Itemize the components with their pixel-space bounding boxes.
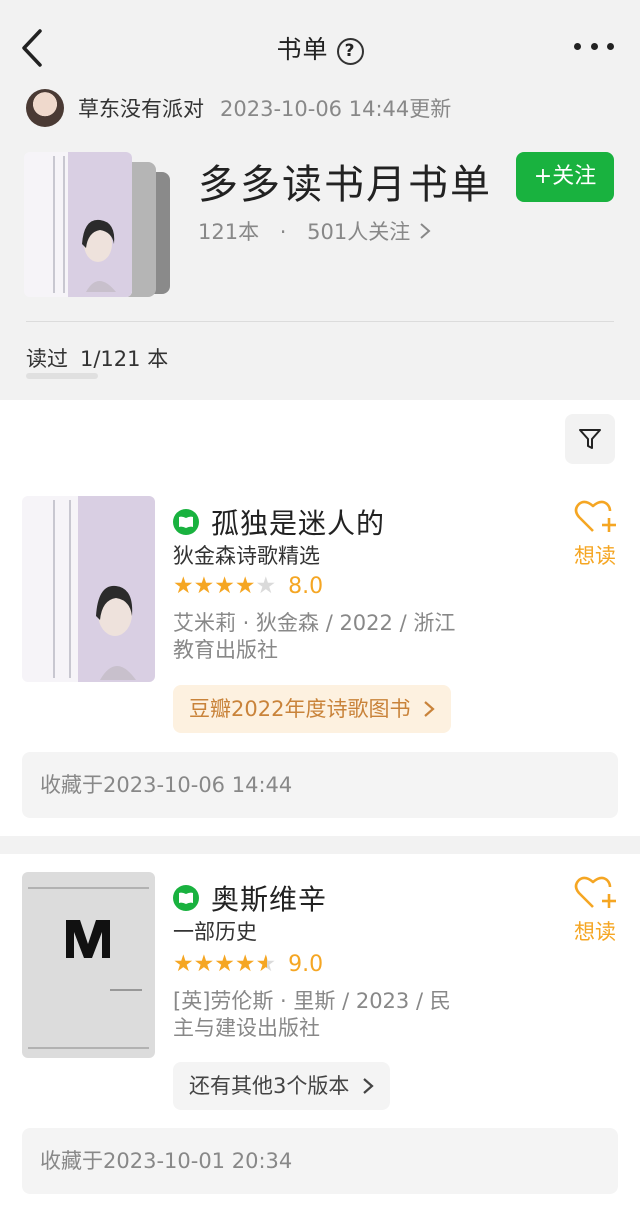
- follow-button[interactable]: +关注: [516, 152, 614, 202]
- chevron-right-icon: [424, 701, 435, 717]
- read-label: 读过: [26, 347, 68, 371]
- heart-plus-icon: [574, 876, 616, 908]
- help-icon[interactable]: ?: [336, 38, 364, 65]
- section-separator: [0, 836, 640, 854]
- book-title: 孤独是迷人的: [211, 507, 386, 540]
- book-cover-art: [24, 152, 132, 297]
- book-rating: ★ ★ ★ ★ ★ 9.0: [173, 952, 323, 977]
- half-star-icon: ★: [255, 951, 277, 977]
- book-rating: ★ ★ ★ ★ ★ 8.0: [173, 574, 323, 599]
- star-rating: ★ ★ ★ ★ ★: [173, 953, 276, 976]
- other-versions-label: 还有其他3个版本: [189, 1074, 350, 1098]
- star-icon: ★: [173, 951, 194, 977]
- book-cover[interactable]: [22, 496, 155, 682]
- want-to-read-label: 想读: [574, 544, 616, 568]
- author-line: [英]劳伦斯 · 里斯 / 2023 / 民: [173, 989, 451, 1013]
- rating-score: 9.0: [288, 952, 324, 977]
- heart-plus-icon: [574, 500, 616, 532]
- book-item[interactable]: 奥斯维辛 一部历史 ★ ★ ★ ★ ★ 9.0 [英]劳伦斯 · 里斯 / 20…: [0, 872, 640, 1202]
- avatar[interactable]: [26, 89, 64, 127]
- read-count: 1/121 本: [80, 347, 169, 371]
- booklist-title: 多多读书月书单: [198, 162, 492, 208]
- rating-score: 8.0: [288, 574, 324, 599]
- book-author-publisher: 艾米莉 · 狄金森 / 2022 / 浙江 教育出版社: [173, 610, 493, 664]
- want-to-read-label: 想读: [574, 920, 616, 944]
- divider: [26, 321, 614, 322]
- book-cover-art: [22, 872, 155, 1058]
- book-subtitle: 狄金森诗歌精选: [173, 544, 320, 568]
- booklist-meta[interactable]: 121本 · 501人关注: [198, 216, 431, 246]
- nav-bar: 书单?: [0, 0, 640, 92]
- book-author-publisher: [英]劳伦斯 · 里斯 / 2023 / 民 主与建设出版社: [173, 988, 493, 1042]
- page-title: 书单?: [0, 30, 640, 66]
- star-icon: ★: [173, 573, 194, 599]
- book-title-row[interactable]: 奥斯维辛: [173, 878, 327, 918]
- author-line: 艾米莉 · 狄金森 / 2022 / 浙江: [173, 611, 456, 635]
- read-book-icon: [173, 509, 199, 535]
- book-title: 奥斯维辛: [211, 883, 328, 916]
- book-item[interactable]: 孤独是迷人的 狄金森诗歌精选 ★ ★ ★ ★ ★ 8.0 艾米莉 · 狄金森 /…: [0, 496, 640, 826]
- book-title-row[interactable]: 孤独是迷人的: [173, 502, 385, 542]
- star-icon: ★: [193, 573, 215, 599]
- book-subtitle: 一部历史: [173, 920, 257, 944]
- star-icon: ★: [234, 951, 256, 977]
- collected-time: 收藏于2023-10-06 14:44: [22, 752, 618, 818]
- book-cover[interactable]: [22, 872, 155, 1058]
- chevron-right-icon: [420, 223, 431, 239]
- more-dot: [590, 42, 598, 50]
- more-dot: [607, 42, 614, 50]
- read-progress-bar: [26, 373, 98, 379]
- more-dot: [574, 42, 581, 50]
- follower-count: 501人关注: [307, 220, 411, 244]
- collected-time: 收藏于2023-10-01 20:34: [22, 1128, 618, 1194]
- read-status: 读过 1/121 本: [26, 343, 168, 373]
- chevron-right-icon: [363, 1078, 374, 1094]
- award-tag-label: 豆瓣2022年度诗歌图书: [189, 697, 411, 721]
- filter-button[interactable]: [565, 414, 615, 464]
- author-line: 主与建设出版社: [173, 1016, 320, 1040]
- meta-dot: ·: [279, 220, 287, 244]
- filter-icon: [579, 429, 601, 449]
- owner-name[interactable]: 草东没有派对: [78, 93, 204, 123]
- more-button[interactable]: [574, 36, 614, 56]
- star-icon: ★: [193, 951, 215, 977]
- star-icon: ★: [214, 573, 235, 599]
- booklist-cover-stack: [24, 152, 174, 297]
- want-to-read-button[interactable]: 想读: [566, 874, 624, 946]
- star-icon: ★: [234, 573, 256, 599]
- updated-time: 2023-10-06 14:44更新: [220, 97, 452, 121]
- book-count: 121本: [198, 220, 260, 244]
- book-cover-art: [22, 496, 155, 682]
- booklist-header: 书单? 草东没有派对 2023-10-06 14:44更新 多多读书月书单 12…: [0, 0, 640, 400]
- cover-front: [24, 152, 132, 297]
- page-title-text: 书单: [276, 35, 329, 64]
- star-rating: ★ ★ ★ ★ ★: [173, 575, 276, 598]
- star-icon: ★: [214, 951, 235, 977]
- read-book-icon: [173, 885, 199, 911]
- other-versions-button[interactable]: 还有其他3个版本: [173, 1062, 391, 1110]
- author-line: 教育出版社: [173, 638, 278, 662]
- award-tag[interactable]: 豆瓣2022年度诗歌图书: [173, 685, 452, 733]
- want-to-read-button[interactable]: 想读: [566, 498, 624, 570]
- star-icon: ★: [255, 573, 277, 599]
- owner-row[interactable]: 草东没有派对 2023-10-06 14:44更新: [26, 88, 451, 128]
